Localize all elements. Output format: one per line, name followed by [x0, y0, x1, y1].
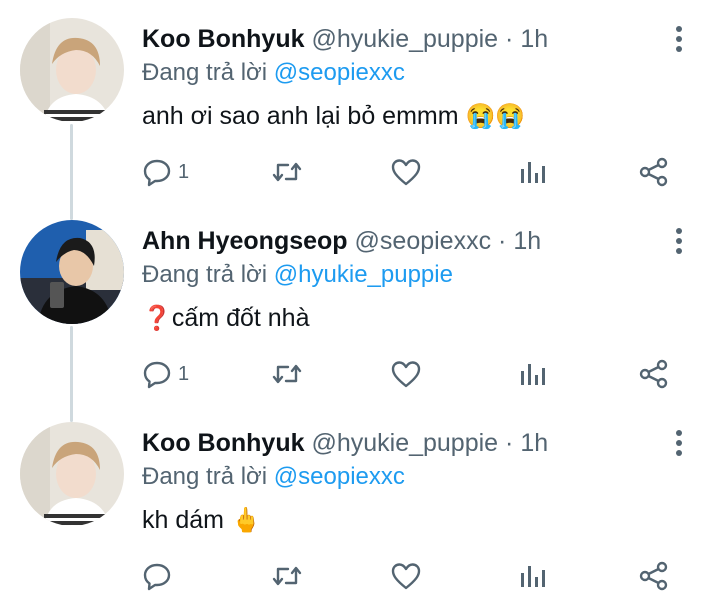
tweet[interactable]: Koo Bonhyuk @hyukie_puppie · 1h Đang trả… — [0, 404, 720, 606]
share-icon — [639, 561, 668, 591]
tweet-text-content: cấm đốt nhà — [171, 304, 310, 332]
display-name[interactable]: Koo Bonhyuk — [142, 25, 305, 53]
heart-icon — [391, 361, 421, 388]
user-handle[interactable]: @seopiexxc — [355, 227, 492, 255]
analytics-icon — [521, 566, 545, 587]
share-button[interactable] — [638, 354, 670, 394]
user-avatar[interactable] — [20, 422, 124, 526]
tweet-actions — [142, 556, 682, 596]
analytics-icon — [521, 162, 545, 183]
mention-link[interactable]: @seopiexxc — [274, 463, 405, 490]
tweet[interactable]: Ahn Hyeongseop @seopiexxc · 1h Đang trả … — [0, 202, 720, 404]
tweet-text: ❓cấm đốt nhà — [142, 302, 309, 335]
user-handle[interactable]: @hyukie_puppie — [311, 429, 498, 457]
analytics-icon — [521, 364, 545, 385]
separator: · — [505, 25, 514, 53]
mention-link[interactable]: @seopiexxc — [274, 59, 405, 86]
like-button[interactable] — [390, 354, 422, 394]
heart-icon — [391, 159, 421, 186]
share-icon — [639, 359, 668, 389]
tweet-actions: 1 — [142, 152, 682, 192]
more-vertical-icon[interactable] — [674, 26, 684, 54]
reply-count: 1 — [178, 160, 190, 183]
replying-to: Đang trả lời @hyukie_puppie — [142, 260, 453, 290]
share-icon — [639, 157, 668, 187]
reply-count: 1 — [178, 362, 190, 385]
question-mark-emoji: ❓ — [142, 305, 172, 332]
tweet-header: Koo Bonhyuk @hyukie_puppie · 1h — [142, 24, 548, 54]
tweet-text: anh ơi sao anh lại bỏ emmm 😭😭 — [142, 100, 525, 133]
replying-to-label: Đang trả lời — [142, 59, 268, 86]
reply-button[interactable]: 1 — [142, 354, 189, 394]
middle-finger-emoji: 🖕 — [230, 507, 261, 534]
retweet-button[interactable] — [270, 354, 304, 394]
retweet-icon — [272, 162, 302, 182]
user-handle[interactable]: @hyukie_puppie — [311, 25, 498, 53]
separator: · — [498, 227, 507, 255]
more-vertical-icon[interactable] — [674, 228, 684, 256]
tweet-header: Ahn Hyeongseop @seopiexxc · 1h — [142, 226, 541, 256]
like-button[interactable] — [390, 152, 422, 192]
analytics-button[interactable] — [518, 556, 546, 596]
reply-icon — [143, 159, 171, 187]
reply-button[interactable] — [142, 556, 178, 596]
reply-button[interactable]: 1 — [142, 152, 189, 192]
user-avatar[interactable] — [20, 18, 124, 122]
display-name[interactable]: Koo Bonhyuk — [142, 429, 305, 457]
share-button[interactable] — [638, 556, 670, 596]
timestamp[interactable]: 1h — [513, 227, 541, 255]
tweet-text-content: kh dám — [142, 506, 224, 534]
replying-to-label: Đang trả lời — [142, 261, 268, 288]
tweet-header: Koo Bonhyuk @hyukie_puppie · 1h — [142, 428, 548, 458]
share-button[interactable] — [638, 152, 670, 192]
retweet-button[interactable] — [270, 152, 304, 192]
tweet-text-content: anh ơi sao anh lại bỏ emmm — [142, 102, 459, 130]
tweet[interactable]: Koo Bonhyuk @hyukie_puppie · 1h Đang trả… — [0, 0, 720, 202]
crying-face-emoji: 😭😭 — [465, 103, 526, 130]
reply-icon — [143, 563, 171, 591]
retweet-icon — [272, 364, 302, 384]
tweet-actions: 1 — [142, 354, 682, 394]
timestamp[interactable]: 1h — [520, 25, 548, 53]
mention-link[interactable]: @hyukie_puppie — [274, 261, 453, 288]
analytics-button[interactable] — [518, 152, 546, 192]
separator: · — [505, 429, 514, 457]
replying-to: Đang trả lời @seopiexxc — [142, 58, 405, 88]
replying-to: Đang trả lời @seopiexxc — [142, 462, 405, 492]
replying-to-label: Đang trả lời — [142, 463, 268, 490]
tweet-text: kh dám 🖕 — [142, 504, 261, 537]
heart-icon — [391, 563, 421, 590]
display-name[interactable]: Ahn Hyeongseop — [142, 227, 348, 255]
retweet-button[interactable] — [270, 556, 304, 596]
analytics-button[interactable] — [518, 354, 546, 394]
more-vertical-icon[interactable] — [674, 430, 684, 458]
reply-icon — [143, 361, 171, 389]
user-avatar[interactable] — [20, 220, 124, 324]
retweet-icon — [272, 566, 302, 586]
timestamp[interactable]: 1h — [520, 429, 548, 457]
like-button[interactable] — [390, 556, 422, 596]
